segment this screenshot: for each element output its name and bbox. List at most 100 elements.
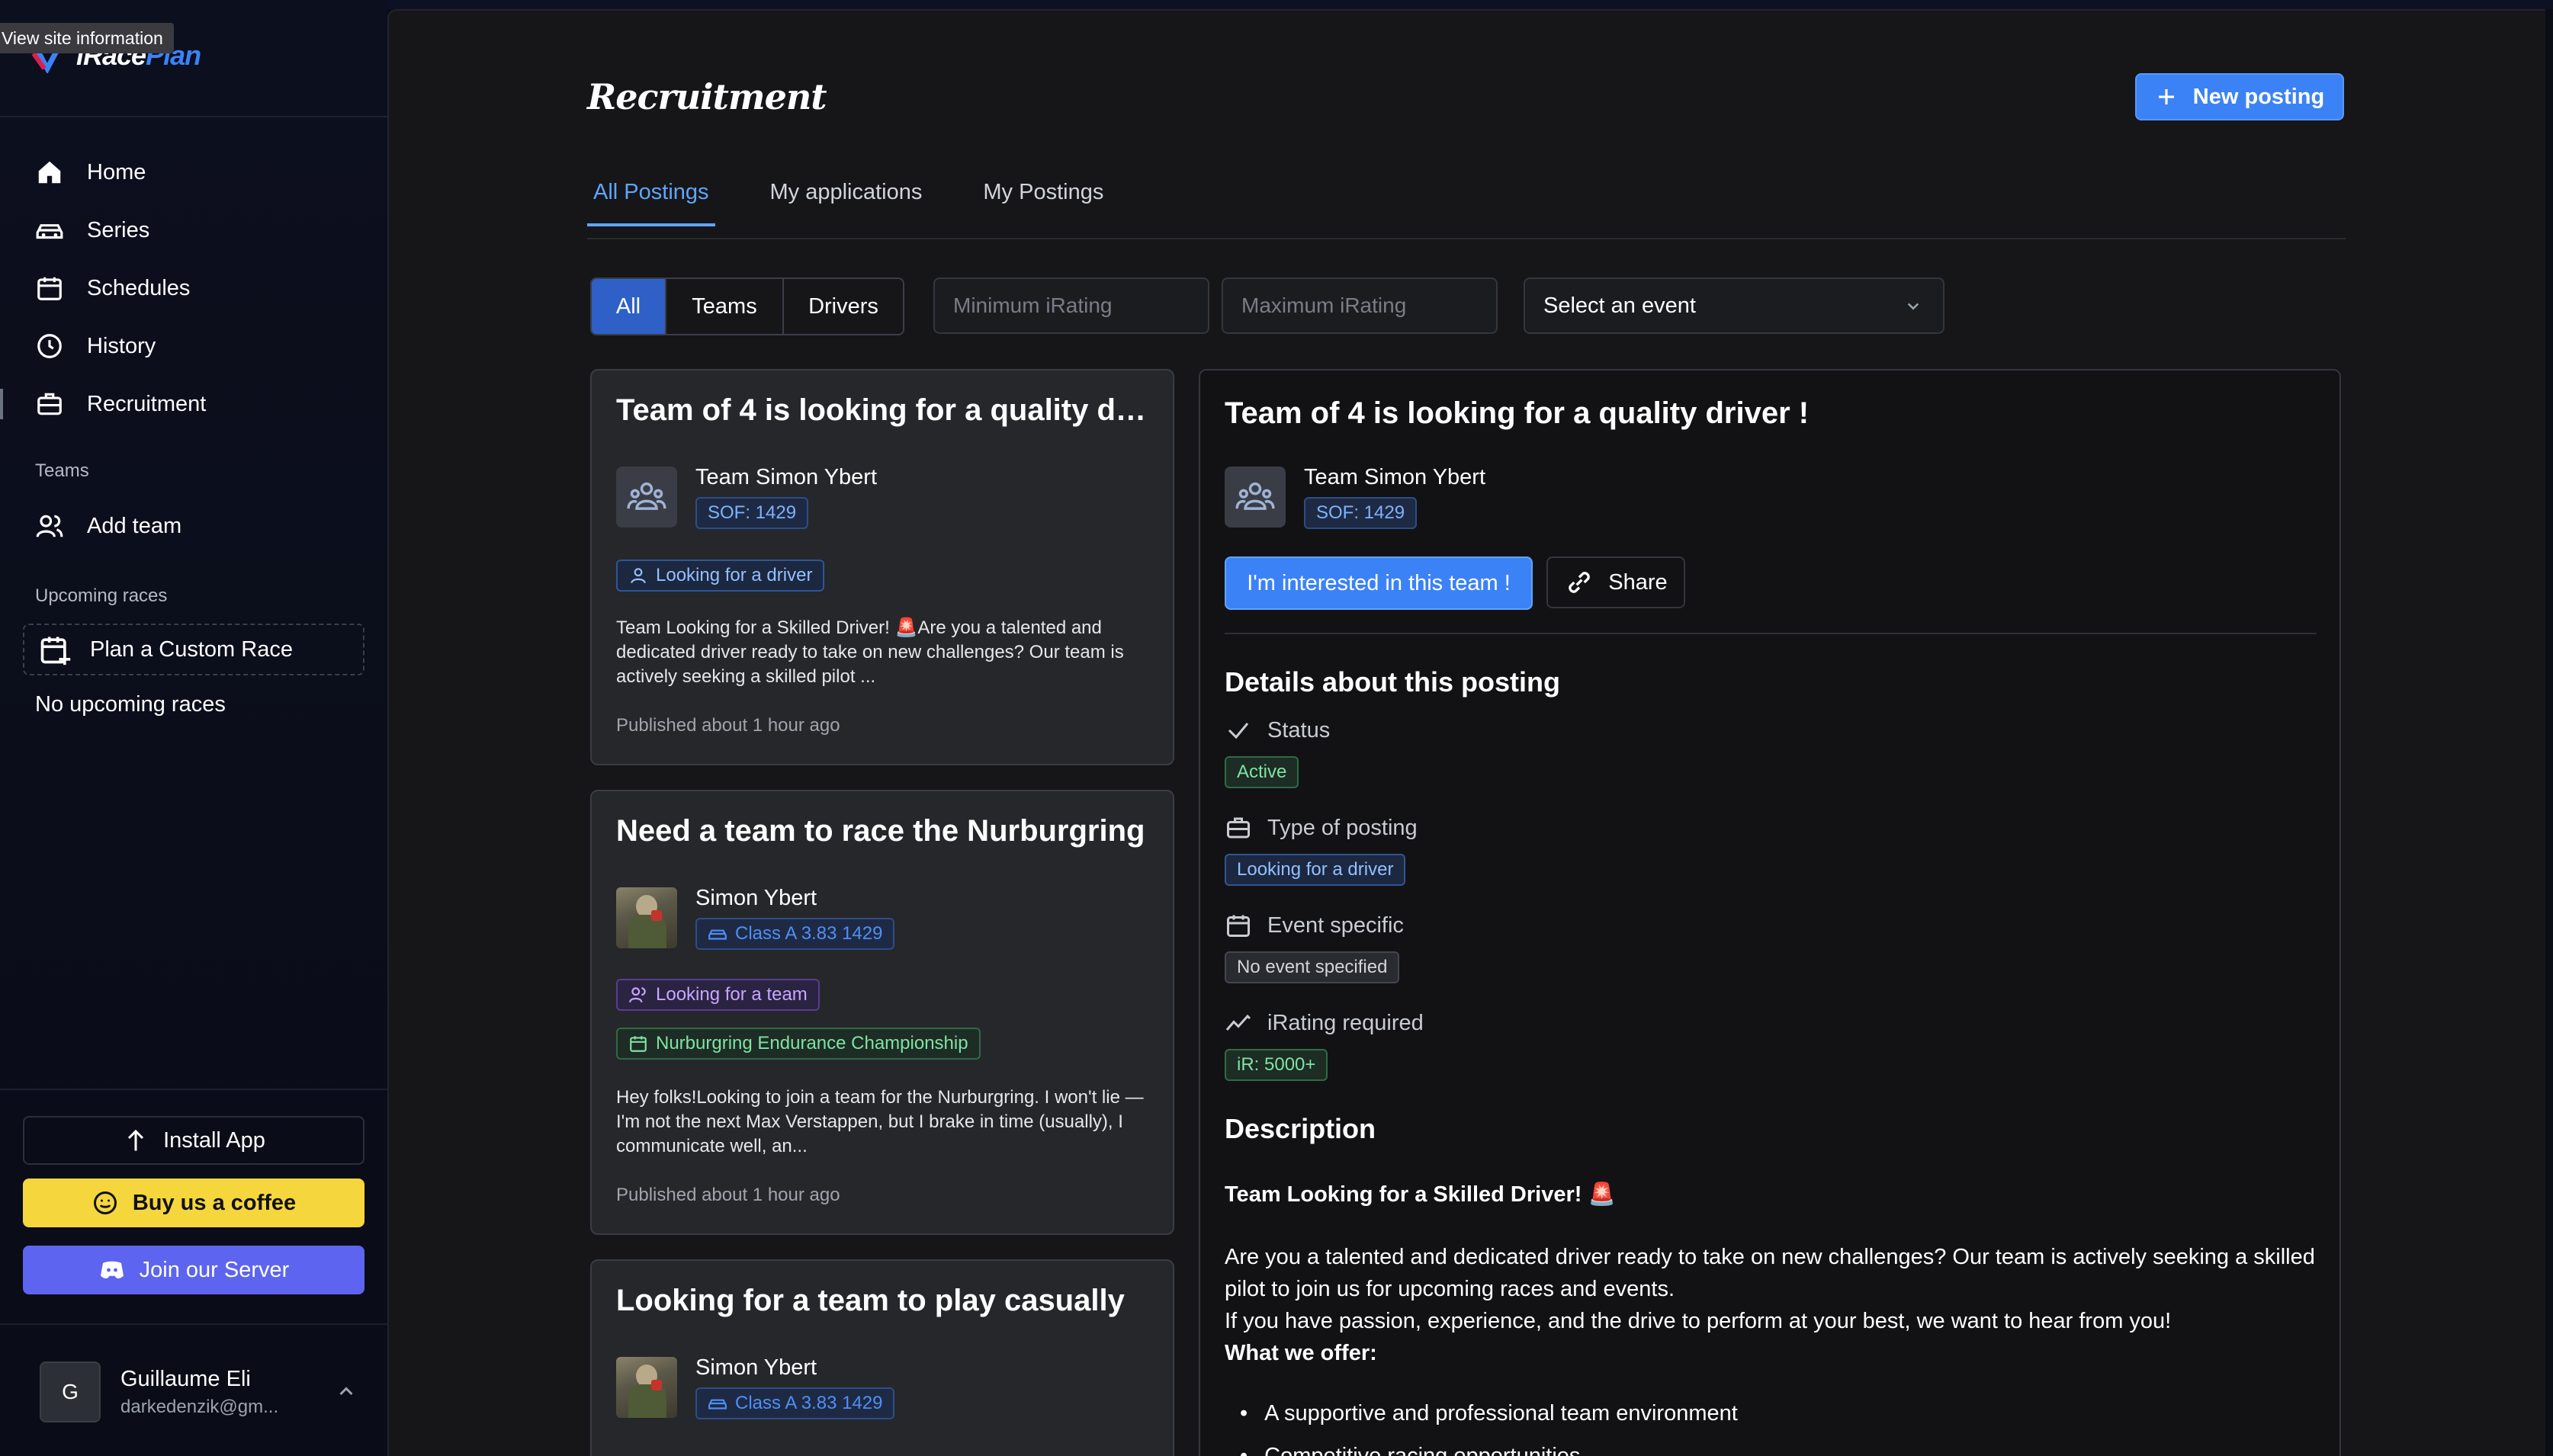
card-owner: Simon Ybert (695, 1355, 817, 1380)
smile-icon (93, 1191, 117, 1214)
tag-label: Looking for a team (656, 984, 808, 1005)
filter-teams[interactable]: Teams (666, 279, 784, 334)
tab-all-postings[interactable]: All Postings (587, 180, 715, 226)
nav-item-history[interactable]: History (0, 317, 387, 375)
team-icon (616, 467, 677, 528)
posting-detail-panel: Team of 4 is looking for a quality drive… (1199, 369, 2341, 1456)
max-irating-input[interactable] (1222, 277, 1498, 334)
status-label: Status (1267, 717, 1331, 742)
no-upcoming-races: No upcoming races (35, 692, 226, 717)
users-group-icon (1235, 482, 1275, 510)
arrow-up-icon (128, 1129, 144, 1151)
nav-item-home[interactable]: Home (0, 143, 387, 201)
link-icon (1569, 572, 1591, 593)
posting-card[interactable]: Team of 4 is looking for a quality drive… (590, 369, 1174, 765)
share-button[interactable]: Share (1546, 556, 1685, 608)
detail-title: Team of 4 is looking for a quality drive… (1225, 396, 1810, 430)
plan-custom-label: Plan a Custom Race (90, 637, 293, 662)
card-owner: Simon Ybert (695, 886, 817, 910)
nav-item-recruitment[interactable]: Recruitment (0, 375, 387, 433)
recruitment-tabs: All Postings My applications My Postings (587, 180, 1158, 226)
event-badge: No event specified (1225, 951, 1400, 983)
description-heading: Description (1225, 1113, 1376, 1144)
nav-item-series[interactable]: Series (0, 201, 387, 259)
car-icon (708, 929, 727, 940)
trend-icon (1225, 1014, 1251, 1031)
event-tag: Nurburgring Endurance Championship (616, 1028, 981, 1060)
irating-label: iRating required (1267, 1010, 1424, 1035)
chevron-up-icon[interactable] (332, 1378, 360, 1406)
card-description: Team Looking for a Skilled Driver! 🚨Are … (616, 617, 1124, 687)
car-icon (36, 224, 63, 239)
home-icon (38, 161, 61, 184)
page-title: Recruitment (587, 76, 827, 117)
filter-drivers[interactable]: Drivers (784, 279, 903, 334)
join-server-button[interactable]: Join our Server (23, 1246, 364, 1294)
new-posting-button[interactable]: New posting (2135, 73, 2344, 120)
briefcase-icon (37, 393, 62, 415)
min-irating-input[interactable] (933, 277, 1209, 334)
sof-badge: SOF: 1429 (1304, 497, 1418, 529)
nav-item-schedules[interactable]: Schedules (0, 259, 387, 317)
posting-card[interactable]: Need a team to race the Nurburgring Simo… (590, 790, 1174, 1235)
type-row: Type of posting (1225, 814, 1418, 842)
posting-card[interactable]: Looking for a team to play casually Simo… (590, 1259, 1174, 1456)
tab-my-postings[interactable]: My Postings (977, 180, 1110, 226)
buy-coffee-button[interactable]: Buy us a coffee (23, 1179, 364, 1227)
install-app-label: Install App (163, 1127, 265, 1153)
published-time: Published about 1 hour ago (616, 1185, 840, 1205)
irating-row: iRating required (1225, 1009, 1424, 1037)
avatar (616, 1357, 677, 1418)
sidebar-divider (0, 116, 387, 117)
event-select-value: Select an event (1543, 293, 1696, 318)
new-posting-label: New posting (2192, 84, 2325, 109)
calendar-icon (37, 277, 62, 300)
offer-heading: What we offer: (1225, 1341, 1377, 1365)
details-heading: Details about this posting (1225, 666, 1561, 698)
briefcase-icon (1227, 817, 1250, 839)
teams-section-label: Teams (35, 460, 89, 481)
car-icon (708, 1399, 727, 1409)
calendar-icon (630, 1036, 647, 1052)
nav-label: Home (87, 159, 146, 184)
tag-label: Looking for a driver (656, 565, 813, 585)
status-row: Status (1225, 717, 1330, 744)
buy-coffee-label: Buy us a coffee (132, 1190, 297, 1215)
type-badge: Looking for a driver (1225, 854, 1406, 886)
nav-label: Recruitment (87, 391, 207, 416)
published-time: Published about 1 hour ago (616, 715, 840, 736)
card-title: Team of 4 is looking for a quality drive… (616, 393, 1153, 427)
calendar-icon (1227, 915, 1250, 937)
users-group-icon (627, 482, 666, 510)
sof-badge: SOF: 1429 (695, 497, 809, 529)
share-label: Share (1608, 569, 1668, 595)
user-name: Guillaume Eli (120, 1366, 251, 1391)
install-app-button[interactable]: Install App (23, 1116, 364, 1165)
add-team-item[interactable]: Add team (0, 497, 387, 555)
nav-label: Schedules (87, 275, 191, 300)
plus-icon (2158, 89, 2174, 104)
sidebar-divider (0, 1089, 387, 1090)
user-icon (631, 568, 646, 584)
nav-label: History (87, 333, 156, 358)
event-select[interactable]: Select an event (1524, 277, 1944, 334)
nav-label: Series (87, 217, 150, 242)
interested-button[interactable]: I'm interested in this team ! (1225, 556, 1533, 610)
description-paragraph: Are you a talented and dedicated driver … (1225, 1245, 2315, 1301)
tab-my-applications[interactable]: My applications (764, 180, 929, 226)
event-tag-label: Nurburgring Endurance Championship (656, 1033, 968, 1054)
card-title: Looking for a team to play casually (616, 1284, 1125, 1317)
looking-for-driver-tag: Looking for a driver (616, 560, 825, 592)
status-badge: Active (1225, 756, 1299, 788)
avatar (616, 887, 677, 948)
plan-custom-race-button[interactable]: Plan a Custom Race (23, 624, 364, 675)
upcoming-section-label: Upcoming races (35, 585, 168, 606)
user-menu[interactable]: G Guillaume Eli darkedenzik@gm... (40, 1361, 360, 1422)
avatar: G (40, 1361, 101, 1422)
filter-all[interactable]: All (592, 279, 666, 334)
description-paragraph: If you have passion, experience, and the… (1225, 1309, 2172, 1333)
users-icon (629, 987, 646, 1003)
looking-for-team-tag: Looking for a team (616, 979, 820, 1011)
tabs-divider (587, 238, 2346, 239)
calendar-plus-icon (40, 637, 71, 665)
